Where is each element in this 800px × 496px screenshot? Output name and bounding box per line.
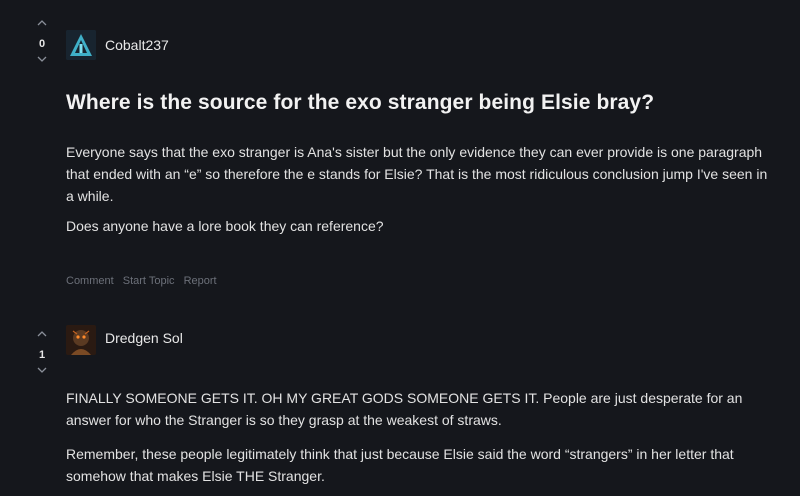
post-paragraph: FINALLY SOMEONE GETS IT. OH MY GREAT GOD… [66,390,743,428]
vote-column: 1 [27,331,57,379]
upvote-icon[interactable] [27,331,57,343]
post-paragraph: Remember, these people legitimately thin… [66,446,734,484]
cobalt-emblem-icon [66,30,96,60]
post-body: FINALLY SOMEONE GETS IT. OH MY GREAT GOD… [66,387,776,495]
comment-link[interactable]: Comment [66,275,114,287]
upvote-icon[interactable] [27,20,57,32]
username[interactable]: Dredgen Sol [105,330,183,346]
downvote-icon[interactable] [27,367,57,379]
post-title: Where is the source for the exo stranger… [66,91,655,114]
start-topic-link[interactable]: Start Topic [123,275,175,287]
vote-column: 0 [27,20,57,68]
username[interactable]: Cobalt237 [105,37,169,53]
vote-score: 0 [38,38,46,50]
dredgen-portrait-icon [66,325,96,355]
vote-score: 1 [38,349,46,361]
avatar[interactable] [66,325,96,355]
post-actions: Comment Start Topic Report [66,275,223,287]
report-link[interactable]: Report [184,275,217,287]
downvote-icon[interactable] [27,56,57,68]
post-body: Everyone says that the exo stranger is A… [66,141,776,245]
post-paragraph: Everyone says that the exo stranger is A… [66,144,768,204]
post-paragraph: Does anyone have a lore book they can re… [66,218,384,234]
avatar[interactable] [66,30,96,60]
